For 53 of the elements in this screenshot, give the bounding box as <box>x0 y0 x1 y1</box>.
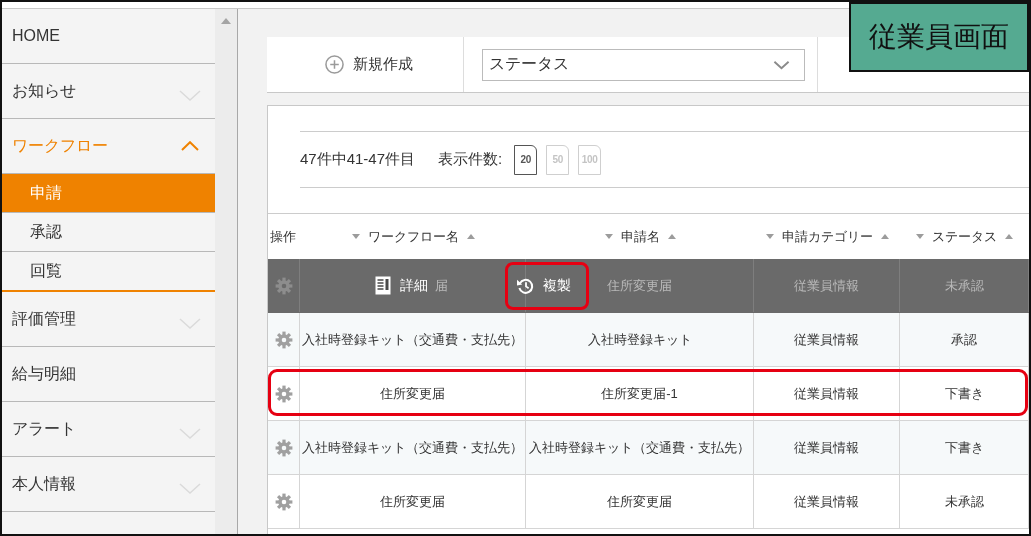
table-cell: 入社時登録キット（交通費・支払先） <box>300 421 526 474</box>
chevron-down-icon <box>773 59 790 70</box>
table-cell: 未承認 <box>900 475 1029 528</box>
table-cell: 従業員情報 <box>754 259 900 312</box>
table-cell: 従業員情報 <box>754 421 900 474</box>
sort-up-icon[interactable] <box>880 234 889 239</box>
gear-icon[interactable] <box>274 276 293 295</box>
table-cell: 入社時登録キット <box>526 313 754 366</box>
column-header[interactable]: 申請名 <box>620 227 660 246</box>
table-cell: 承認 <box>900 313 1029 366</box>
plus-circle-icon <box>325 55 344 74</box>
gear-icon[interactable] <box>274 438 293 457</box>
table-cell: 従業員情報 <box>754 367 900 420</box>
detail-button[interactable]: 詳細 <box>371 272 432 299</box>
column-header[interactable]: 申請カテゴリー <box>781 227 873 246</box>
screen-label: 従業員画面 <box>849 2 1029 72</box>
page-size-button[interactable]: 20 <box>514 144 538 175</box>
table-cell: 従業員情報 <box>754 313 900 366</box>
dropdown[interactable]: ステータス <box>482 48 805 81</box>
scrollbar-track[interactable] <box>215 9 238 534</box>
scroll-up-arrow-icon[interactable] <box>221 18 231 24</box>
gear-icon[interactable] <box>274 384 293 403</box>
sort-down-icon[interactable] <box>351 234 360 239</box>
copy-button[interactable]: 複製 <box>512 272 575 299</box>
table-cell: 住所変更届 <box>300 475 526 528</box>
table-cell: 下書き <box>900 421 1029 474</box>
sort-down-icon[interactable] <box>765 234 774 239</box>
table-cell: 入社時登録キット（交通費・支払先） <box>526 421 754 474</box>
table-cell: 未承認 <box>900 259 1029 312</box>
page-size-label: 表示件数: <box>438 150 503 169</box>
sort-up-icon[interactable] <box>1005 234 1013 239</box>
table-cell: 住所変更届-1 <box>526 367 754 420</box>
gear-icon[interactable] <box>274 492 293 511</box>
sort-down-icon[interactable] <box>604 234 613 239</box>
sort-up-icon[interactable] <box>667 234 676 239</box>
table-cell-text: 届 <box>435 276 448 295</box>
column-header: 操作 <box>270 227 296 246</box>
sort-down-icon[interactable] <box>916 234 924 239</box>
column-header[interactable]: ステータス <box>932 227 997 246</box>
table-cell: 住所変更届 <box>526 475 754 528</box>
table-cell: 住所変更届 <box>300 367 526 420</box>
result-count: 47件中41-47件目 <box>300 150 416 169</box>
table-cell: 下書き <box>900 367 1029 420</box>
column-header[interactable]: ワークフロー名 <box>367 227 459 246</box>
table-cell: 従業員情報 <box>754 475 900 528</box>
sidebar-subitem[interactable]: 回覧 <box>2 252 215 290</box>
table-cell: 入社時登録キット（交通費・支払先） <box>300 313 526 366</box>
document-icon <box>375 276 391 295</box>
chevron-up-icon[interactable] <box>181 141 199 151</box>
gear-icon[interactable] <box>274 330 293 349</box>
sort-up-icon[interactable] <box>466 234 475 239</box>
history-icon <box>516 276 534 295</box>
new-button[interactable]: 新規作成 <box>319 51 419 78</box>
